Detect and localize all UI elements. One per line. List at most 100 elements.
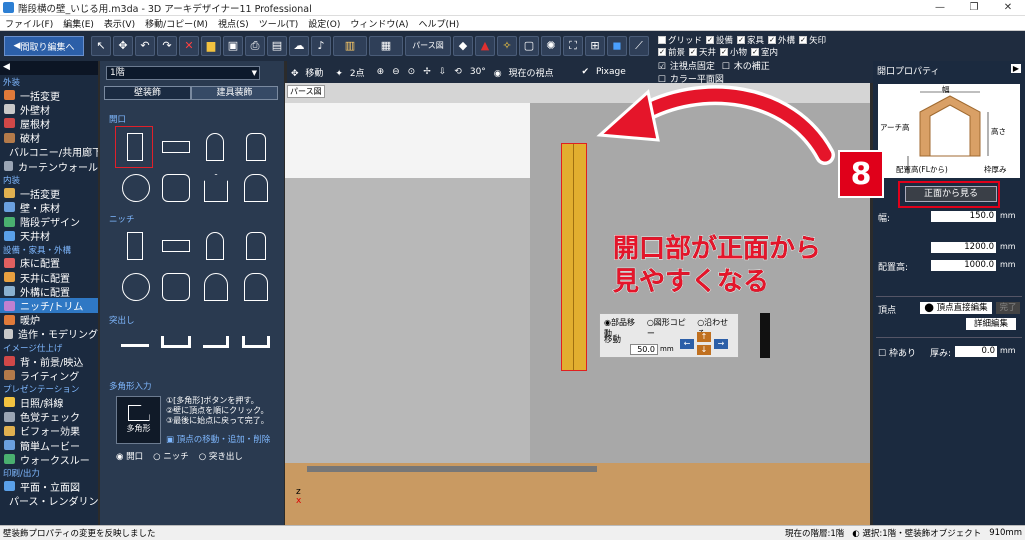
zoom-out-icon[interactable]: ⊖ (392, 67, 400, 77)
redo-icon[interactable]: ↷ (157, 36, 177, 56)
sidebar-item[interactable]: 背・前景/映込 (0, 354, 98, 369)
split-icon[interactable]: ⊞ (585, 36, 605, 56)
done-button[interactable]: 完了 (996, 302, 1020, 314)
check-exterior[interactable]: ✓ 外構 (768, 34, 795, 46)
sidebar-item[interactable]: 色覚チェック (0, 410, 98, 424)
polygon-button[interactable]: 多角形 (116, 396, 161, 444)
niche-arch[interactable] (206, 232, 224, 260)
sidebar-item[interactable]: カーテンウォール (0, 159, 98, 174)
rotate-icon[interactable]: ⟲ (454, 67, 462, 77)
view-mode-select[interactable]: パース図 (405, 36, 451, 56)
radio-shape-copy[interactable]: ○図形コピー (647, 317, 691, 339)
protrude-box[interactable] (242, 336, 270, 348)
sidebar-item[interactable]: 外構に配置 (0, 284, 98, 299)
check-ceiling[interactable]: ✓ 天井 (689, 46, 716, 58)
opening-arch[interactable] (206, 133, 224, 161)
move-panel-scrollbar[interactable] (760, 313, 770, 358)
print-icon[interactable]: ⎙ (245, 36, 265, 56)
tab-wall-decoration[interactable]: 壁装飾 (104, 86, 191, 100)
save-icon[interactable]: ▣ (223, 36, 243, 56)
wand-icon[interactable]: ✧ (497, 36, 517, 56)
radio-protrude[interactable]: ○ 突き出し (199, 450, 243, 462)
vertex-direct-edit-button[interactable]: ⬤ 頂点直接編集 (920, 302, 992, 314)
menu-tools[interactable]: ツール(T) (259, 17, 299, 30)
zoom-in-icon[interactable]: ⊕ (377, 67, 385, 77)
walk-icon[interactable]: ⇩ (439, 67, 447, 77)
arrow-right-icon[interactable]: → (714, 339, 728, 349)
arrow-down-icon[interactable]: ↓ (697, 345, 711, 355)
sidebar-item[interactable]: 屋根材 (0, 116, 98, 131)
grid-icon[interactable]: ▦ (369, 36, 403, 56)
sidebar-item[interactable]: ビフォー効果 (0, 424, 98, 438)
width-input[interactable]: 150.0 (931, 211, 996, 222)
close-button[interactable]: ✕ (991, 0, 1025, 16)
check-interior[interactable]: ✓ 室内 (751, 46, 778, 58)
back-to-floorplan-button[interactable]: ◀ 間取り編集へ (4, 36, 84, 56)
radio-opening[interactable]: ◉ 開口 (116, 450, 143, 462)
menu-file[interactable]: ファイル(F) (5, 17, 53, 30)
sidebar-item[interactable]: 外壁材 (0, 102, 98, 117)
protrude-flat[interactable] (121, 344, 149, 347)
protrude-l[interactable] (203, 336, 229, 348)
opening-dome[interactable] (244, 174, 268, 202)
sidebar-item[interactable]: 簡単ムービー (0, 438, 98, 453)
sidebar-item[interactable]: 造作・モデリング (0, 327, 98, 341)
tab-fitting-decoration[interactable]: 建具装飾 (191, 86, 278, 100)
sidebar-item[interactable]: 天井材 (0, 229, 98, 243)
expand-icon[interactable]: ▶ (1011, 64, 1021, 73)
niche-round-square[interactable] (162, 273, 190, 301)
sidebar-item[interactable]: 日照/斜線 (0, 395, 98, 410)
view-from-front-button[interactable]: 正面から見る (905, 186, 997, 202)
pan-icon[interactable]: ✢ (423, 67, 431, 77)
collapse-icon[interactable]: ◀ (3, 62, 10, 72)
menu-window[interactable]: ウィンドウ(A) (350, 17, 408, 30)
menu-help[interactable]: ヘルプ(H) (419, 17, 460, 30)
undo-icon[interactable]: ↶ (135, 36, 155, 56)
two-point-tool[interactable]: ✦ 2点 (335, 66, 368, 79)
layer-icon[interactable]: ▥ (333, 36, 367, 56)
sidebar-item[interactable]: 暖炉 (0, 313, 98, 327)
sidebar-item[interactable]: ウォークスルー (0, 452, 98, 467)
thickness-input[interactable]: 0.0 (955, 346, 997, 357)
sidebar-item[interactable]: 一括変更 (0, 186, 98, 201)
maximize-button[interactable]: ❐ (957, 0, 991, 16)
mic-icon[interactable]: ♪ (311, 36, 331, 56)
sidebar-item[interactable]: ニッチ/トリム (0, 298, 98, 313)
move-tool[interactable]: ✥ 移動 (291, 66, 327, 79)
box-icon[interactable]: ▢ (519, 36, 539, 56)
menu-view[interactable]: 表示(V) (104, 17, 135, 30)
niche-pentagon[interactable] (204, 273, 228, 301)
check-foreground[interactable]: ✓ 前景 (658, 46, 685, 58)
delete-icon[interactable]: ✕ (179, 36, 199, 56)
niche-dome[interactable] (244, 273, 268, 301)
paint-icon[interactable]: ◆ (453, 36, 473, 56)
sidebar-item[interactable]: バルコニー/共用廊下 (0, 145, 98, 159)
check-arrow[interactable]: ✓ 矢印 (799, 34, 826, 46)
niche-circle[interactable] (122, 273, 150, 301)
opening-rounded[interactable] (246, 133, 266, 161)
niche-rect-wide[interactable] (162, 240, 190, 252)
check-furniture[interactable]: ✓ 家具 (737, 34, 764, 46)
pointer-icon[interactable]: ↖ (91, 36, 111, 56)
sidebar-item[interactable]: 天井に配置 (0, 270, 98, 285)
fl-input[interactable]: 1000.0 (931, 260, 996, 271)
light-icon[interactable]: ✺ (541, 36, 561, 56)
angle-value[interactable]: 30° (470, 67, 486, 77)
sidebar-item[interactable]: 階段デザイン (0, 215, 98, 229)
sidebar-item[interactable]: 破材 (0, 131, 98, 145)
sidebar-item[interactable]: ライティング (0, 368, 98, 383)
menu-edit[interactable]: 編集(E) (63, 17, 94, 30)
opening-rect-wide[interactable] (162, 141, 190, 153)
current-view-button[interactable]: ◉ 現在の視点 (494, 66, 558, 79)
check-accessories[interactable]: ✓ 小物 (720, 46, 747, 58)
cloud-icon[interactable]: ☁ (289, 36, 309, 56)
detail-edit-button[interactable]: 詳細編集 (966, 318, 1016, 330)
sidebar-item[interactable]: 一括変更 (0, 88, 98, 103)
check-grid[interactable]: グリッド (658, 34, 702, 46)
vertex-edit-link[interactable]: ▣ 頂点の移動・追加・削除 (166, 433, 270, 445)
menu-settings[interactable]: 設定(O) (308, 17, 340, 30)
menu-move[interactable]: 移動/コピー(M) (145, 17, 208, 30)
arrow-left-icon[interactable]: ← (680, 339, 694, 349)
material-icon[interactable]: ◼ (607, 36, 627, 56)
hat-icon[interactable]: ▲ (475, 36, 495, 56)
